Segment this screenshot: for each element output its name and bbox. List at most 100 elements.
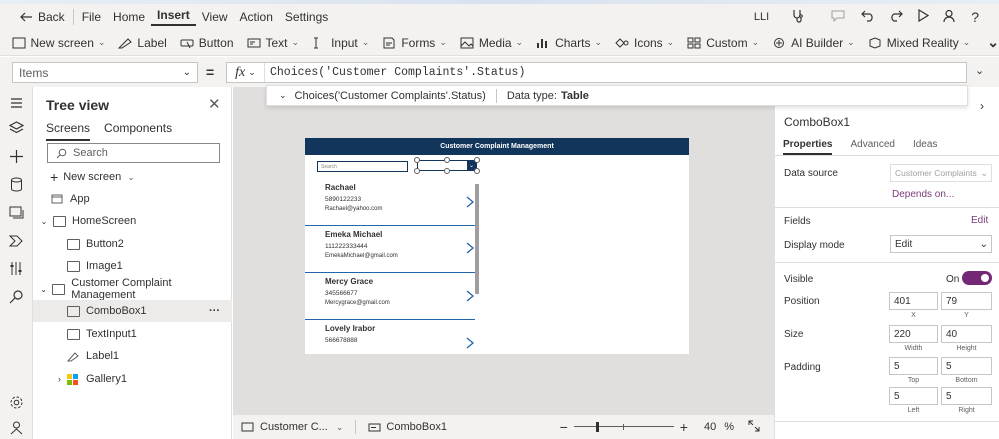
data-icon[interactable] bbox=[9, 177, 24, 192]
menu-view[interactable]: View bbox=[196, 10, 234, 24]
ai-builder-menu[interactable]: AI Builder ⌄ bbox=[772, 36, 855, 50]
hamburger-icon[interactable] bbox=[9, 95, 24, 110]
tree-search-input[interactable]: Search bbox=[47, 143, 220, 163]
zoom-slider[interactable] bbox=[573, 422, 674, 432]
tree-item-button2[interactable]: Button2 bbox=[33, 233, 232, 255]
undo-icon[interactable] bbox=[861, 9, 875, 25]
ribbon-more-chevron-icon[interactable]: ⌄ bbox=[987, 34, 999, 51]
control-indicator[interactable]: ComboBox1 bbox=[368, 421, 447, 433]
formula-expression[interactable]: Choices('Customer Complaints'.Status) bbox=[265, 66, 525, 79]
tab-screens[interactable]: Screens bbox=[46, 121, 91, 141]
fit-to-window-icon[interactable] bbox=[748, 420, 760, 435]
charts-menu[interactable]: Charts ⌄ bbox=[536, 36, 602, 50]
visible-toggle[interactable] bbox=[962, 271, 992, 285]
app-screen-preview[interactable]: Customer Complaint Management Search ⌄ R… bbox=[305, 138, 689, 354]
media-menu[interactable]: Media ⌄ bbox=[460, 36, 523, 50]
screen-selector[interactable]: Customer C... ⌄ bbox=[241, 421, 343, 433]
tree-item-textinput1[interactable]: TextInput1 bbox=[33, 323, 232, 345]
tab-advanced[interactable]: Advanced bbox=[850, 139, 894, 155]
play-icon[interactable] bbox=[917, 8, 930, 25]
collapse-chevron-icon[interactable]: ⌄ bbox=[35, 217, 53, 226]
tree-item-app[interactable]: App bbox=[33, 188, 232, 210]
variables-icon[interactable] bbox=[9, 261, 24, 276]
tree-item-homescreen[interactable]: ⌄ HomeScreen bbox=[33, 210, 232, 232]
fx-icon[interactable]: fx ⌄ bbox=[227, 63, 265, 82]
position-y-input[interactable]: 79 bbox=[941, 292, 992, 310]
insert-plus-icon[interactable] bbox=[9, 149, 24, 164]
resize-handle[interactable] bbox=[474, 157, 480, 163]
chevron-right-icon[interactable] bbox=[466, 337, 474, 349]
tree-view-icon[interactable] bbox=[9, 121, 24, 136]
more-options-icon[interactable]: ··· bbox=[209, 305, 220, 317]
zoom-out-button[interactable]: − bbox=[560, 419, 568, 435]
gallery-item[interactable]: Lovely Irabor 566678888 bbox=[325, 324, 475, 344]
zoom-value[interactable]: 40 bbox=[704, 421, 716, 433]
hint-chevron-icon[interactable]: ⌄ bbox=[279, 90, 287, 101]
menu-insert[interactable]: Insert bbox=[151, 8, 196, 26]
resize-handle[interactable] bbox=[444, 168, 450, 174]
tab-properties[interactable]: Properties bbox=[783, 139, 833, 155]
resize-handle[interactable] bbox=[444, 157, 450, 163]
close-icon[interactable]: ✕ bbox=[208, 95, 221, 113]
settings-gear-icon[interactable] bbox=[9, 395, 24, 410]
search-rail-icon[interactable] bbox=[9, 289, 24, 304]
virtual-agent-icon[interactable] bbox=[9, 420, 24, 435]
stethoscope-icon[interactable] bbox=[791, 9, 805, 26]
width-input[interactable]: 220 bbox=[889, 325, 938, 343]
position-x-input[interactable]: 401 bbox=[889, 292, 938, 310]
user-initials[interactable]: LLI bbox=[754, 11, 769, 23]
share-user-icon[interactable] bbox=[943, 9, 957, 26]
icons-menu[interactable]: Icons ⌄ bbox=[615, 36, 674, 50]
zoom-in-button[interactable]: + bbox=[680, 419, 688, 435]
tree-item-gallery1[interactable]: › Gallery1 bbox=[33, 368, 232, 390]
label-button[interactable]: Label bbox=[118, 36, 167, 50]
app-search-input[interactable]: Search bbox=[317, 161, 408, 172]
zoom-slider-thumb[interactable] bbox=[595, 422, 599, 432]
media-rail-icon[interactable] bbox=[9, 205, 24, 220]
forms-menu[interactable]: Forms ⌄ bbox=[382, 36, 447, 50]
gallery-scrollbar[interactable] bbox=[475, 184, 479, 294]
expand-chevron-icon[interactable]: › bbox=[33, 374, 67, 384]
tree-item-combobox1[interactable]: ComboBox1 ··· bbox=[33, 300, 232, 322]
new-screen-button[interactable]: New screen ⌄ bbox=[12, 36, 105, 50]
menu-settings[interactable]: Settings bbox=[279, 10, 334, 24]
padding-right-input[interactable]: 5 bbox=[941, 387, 992, 405]
tab-ideas[interactable]: Ideas bbox=[913, 139, 937, 155]
fields-edit-link[interactable]: Edit bbox=[971, 215, 988, 226]
gallery-item[interactable]: Mercy Grace 345566677 Mercygrace@gmail.c… bbox=[325, 277, 475, 306]
menu-home[interactable]: Home bbox=[107, 10, 151, 24]
resize-handle[interactable] bbox=[414, 168, 420, 174]
text-menu[interactable]: Text ⌄ bbox=[247, 36, 299, 50]
tree-item-image1[interactable]: Image1 bbox=[33, 255, 232, 277]
redo-icon[interactable] bbox=[889, 9, 904, 25]
menu-action[interactable]: Action bbox=[234, 10, 279, 24]
tree-item-label1[interactable]: Label1 bbox=[33, 345, 232, 367]
resize-handle[interactable] bbox=[414, 157, 420, 163]
power-automate-icon[interactable] bbox=[9, 233, 24, 248]
formula-input[interactable]: fx ⌄ Choices('Customer Complaints'.Status… bbox=[226, 62, 967, 83]
custom-menu[interactable]: Custom ⌄ bbox=[687, 36, 759, 50]
panel-scroll-chevron-icon[interactable]: › bbox=[980, 99, 984, 113]
padding-left-input[interactable]: 5 bbox=[889, 387, 938, 405]
collapse-chevron-icon[interactable]: ⌄ bbox=[35, 285, 52, 294]
height-input[interactable]: 40 bbox=[941, 325, 992, 343]
gallery-item[interactable]: Emeka Michael 111222333444 EmekaMichael@… bbox=[325, 230, 475, 259]
chevron-right-icon[interactable] bbox=[466, 242, 474, 254]
help-icon[interactable]: ? bbox=[971, 9, 979, 25]
button-button[interactable]: Button bbox=[180, 36, 234, 50]
chevron-right-icon[interactable] bbox=[466, 290, 474, 302]
padding-bottom-input[interactable]: 5 bbox=[941, 357, 992, 375]
tree-item-customer-complaint-management[interactable]: ⌄ Customer Complaint Management bbox=[33, 277, 232, 301]
padding-top-input[interactable]: 5 bbox=[889, 357, 938, 375]
gallery-item[interactable]: Rachael 5890122233 Rachael@yahoo.com bbox=[325, 183, 475, 212]
chevron-right-icon[interactable] bbox=[466, 196, 474, 208]
display-mode-dropdown[interactable]: Edit ⌄ bbox=[890, 235, 992, 253]
resize-handle[interactable] bbox=[474, 168, 480, 174]
comment-icon[interactable] bbox=[831, 10, 845, 25]
back-button[interactable]: Back bbox=[20, 10, 65, 24]
mixed-reality-menu[interactable]: Mixed Reality ⌄ bbox=[868, 36, 970, 50]
new-screen-tree-button[interactable]: + New screen ⌄ bbox=[50, 169, 135, 185]
depends-on-link[interactable]: Depends on... bbox=[892, 189, 954, 200]
menu-file[interactable]: File bbox=[76, 10, 107, 24]
expand-formula-chevron-icon[interactable]: ⌄ bbox=[975, 64, 984, 77]
